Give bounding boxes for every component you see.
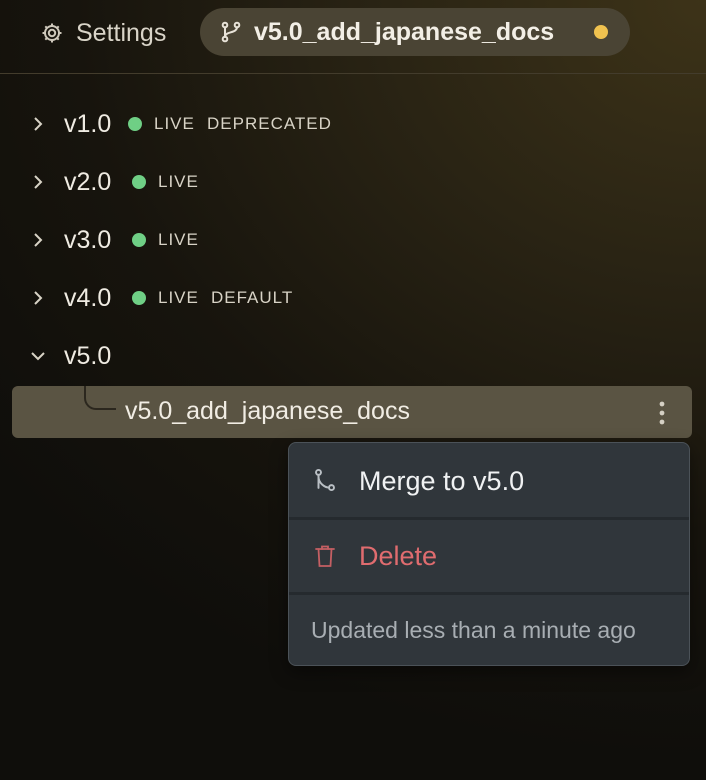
version-row-v4[interactable]: v4.0 LIVE DEFAULT <box>0 278 706 318</box>
version-row-v5[interactable]: v5.0 <box>0 336 706 376</box>
branch-context-menu: Merge to v5.0 Delete Updated less than a… <box>288 442 690 666</box>
menu-divider <box>289 592 689 595</box>
settings-label: Settings <box>76 18 167 47</box>
live-status-dot <box>132 175 146 189</box>
vertical-dots-icon[interactable] <box>650 398 674 428</box>
git-merge-icon <box>311 466 339 494</box>
chevron-right-icon[interactable] <box>26 170 50 194</box>
version-row-v3[interactable]: v3.0 LIVE <box>0 220 706 260</box>
unsaved-changes-dot <box>594 25 608 39</box>
chevron-down-icon[interactable] <box>26 344 50 368</box>
branch-row-v5-add-japanese-docs[interactable]: v5.0_add_japanese_docs <box>12 386 692 438</box>
delete-label: Delete <box>359 541 438 571</box>
live-badge: LIVE <box>154 114 195 133</box>
live-status-dot <box>132 233 146 247</box>
active-branch-tab[interactable]: v5.0_add_japanese_docs <box>200 8 630 56</box>
version-label: v2.0 <box>64 167 112 196</box>
version-label: v5.0 <box>64 341 112 370</box>
version-label: v4.0 <box>64 283 112 312</box>
chevron-right-icon[interactable] <box>26 112 50 136</box>
tree-connector <box>84 386 116 410</box>
version-row-v2[interactable]: v2.0 LIVE <box>0 162 706 202</box>
live-badge: LIVE <box>158 172 199 191</box>
chevron-right-icon[interactable] <box>26 286 50 310</box>
version-row-v1[interactable]: v1.0 LIVE DEPRECATED <box>0 104 706 144</box>
version-label: v3.0 <box>64 225 112 254</box>
merge-menu-item[interactable]: Merge to v5.0 <box>289 443 689 517</box>
default-badge: DEFAULT <box>211 288 294 307</box>
gear-icon <box>40 21 64 45</box>
live-status-dot <box>132 291 146 305</box>
branch-label: v5.0_add_japanese_docs <box>125 397 410 425</box>
merge-label: Merge to v5.0 <box>359 466 525 496</box>
deprecated-badge: DEPRECATED <box>207 114 332 133</box>
trash-icon <box>311 542 339 570</box>
version-label: v1.0 <box>64 109 112 138</box>
chevron-right-icon[interactable] <box>26 228 50 252</box>
live-badge: LIVE <box>158 230 199 249</box>
delete-menu-item[interactable]: Delete <box>289 520 689 592</box>
updated-timestamp: Updated less than a minute ago <box>311 617 636 643</box>
live-status-dot <box>128 117 142 131</box>
top-bar: Settings v5.0_add_japanese_docs <box>0 0 706 74</box>
branch-tab-label: v5.0_add_japanese_docs <box>254 17 555 46</box>
live-badge: LIVE <box>158 288 199 307</box>
git-branch-icon <box>218 19 244 45</box>
settings-tab[interactable]: Settings <box>40 14 166 52</box>
